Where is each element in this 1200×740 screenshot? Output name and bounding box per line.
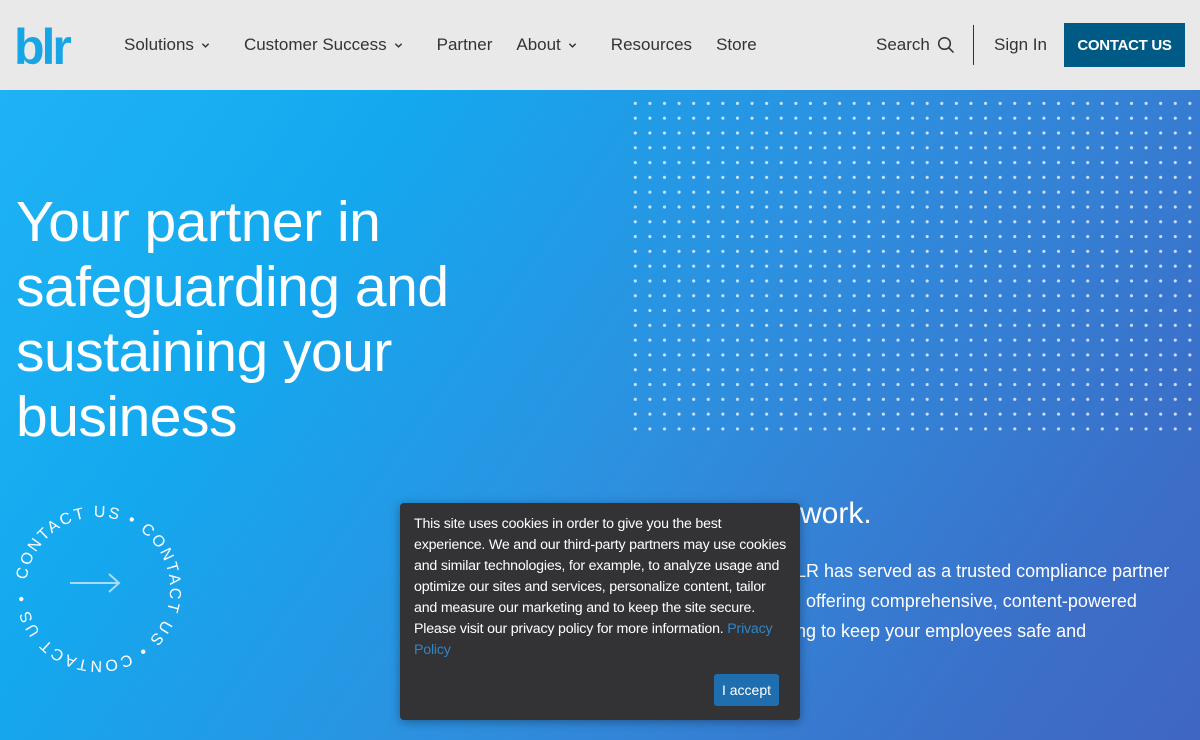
nav-about[interactable]: About: [516, 35, 576, 55]
svg-text:blr: blr: [14, 22, 71, 70]
blr-logo[interactable]: blr: [14, 22, 90, 70]
sign-in-link[interactable]: Sign In: [994, 0, 1047, 90]
body-line: ng to keep your employees safe and: [796, 621, 1087, 641]
nav-label: Partner: [436, 35, 493, 54]
dot-pattern: [628, 96, 1200, 436]
nav-resources[interactable]: Resources: [611, 35, 692, 55]
cookie-message: This site uses cookies in order to give …: [414, 516, 786, 637]
nav-label: Store: [716, 35, 757, 54]
contact-us-button[interactable]: CONTACT US: [1064, 23, 1185, 67]
chevron-down-icon: [201, 42, 210, 48]
body-line: LR has served as a trusted compliance pa…: [796, 561, 1170, 581]
body-line: , offering comprehensive, content-powere…: [796, 591, 1137, 611]
contact-us-circle-link[interactable]: CONTACT US • CONTACT US • CONTACT US •: [12, 503, 184, 675]
nav-solutions[interactable]: Solutions: [124, 35, 210, 55]
header-divider: [973, 25, 974, 65]
nav-label: Customer Success: [243, 35, 387, 54]
nav-label: Resources: [610, 35, 693, 54]
chevron-down-icon: [394, 42, 402, 48]
section-subhead: work.: [800, 497, 872, 530]
hero-title: Your partner in safeguarding and sustain…: [16, 190, 449, 449]
accept-cookies-button[interactable]: I accept: [714, 674, 779, 706]
search-label: Search: [876, 35, 930, 54]
main-nav: Solutions Customer Success Partner About…: [124, 0, 781, 90]
site-header: blr Solutions Customer Success Partner A…: [0, 0, 1200, 90]
nav-label: Solutions: [124, 35, 194, 54]
chevron-down-icon: [568, 42, 576, 48]
nav-label: About: [516, 35, 561, 54]
nav-customer-success[interactable]: Customer Success: [244, 35, 403, 55]
search-button[interactable]: Search: [876, 0, 955, 90]
arrow-right-icon: [70, 573, 121, 593]
nav-store[interactable]: Store: [716, 35, 757, 55]
section-body: LR has served as a trusted compliance pa…: [796, 556, 1196, 646]
nav-partner[interactable]: Partner: [437, 35, 493, 55]
search-icon: [937, 36, 954, 54]
cookie-text: This site uses cookies in order to give …: [414, 514, 786, 661]
sign-in-label: Sign In: [994, 35, 1047, 54]
circle-text: CONTACT US • CONTACT US • CONTACT US •: [13, 504, 183, 674]
